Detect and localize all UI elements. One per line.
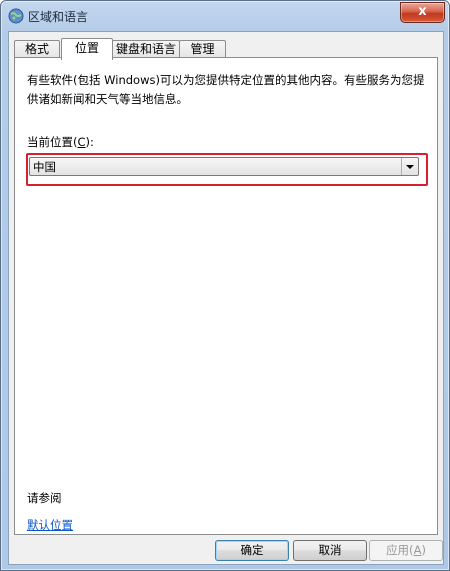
title-bar[interactable]: 区域和语言 x — [1, 1, 449, 31]
location-label-prefix: 当前位置( — [27, 135, 78, 149]
close-icon: x — [418, 4, 427, 19]
description-line-2: 供诸如新闻和天气等当地信息。 — [27, 92, 188, 106]
location-description: 有些软件(包括 Windows)可以为您提供特定位置的其他内容。有些服务为您提 … — [27, 71, 427, 109]
chevron-down-icon[interactable] — [401, 158, 418, 175]
apply-label-suffix: ) — [421, 543, 426, 557]
globe-icon — [8, 8, 24, 24]
cancel-button[interactable]: 取消 — [293, 540, 367, 561]
default-location-link[interactable]: 默认位置 — [27, 517, 73, 533]
tab-administrative-label: 管理 — [190, 42, 215, 56]
close-button[interactable]: x — [400, 2, 445, 23]
tab-administrative[interactable]: 管理 — [179, 40, 226, 58]
description-line-1: 有些软件(包括 Windows)可以为您提供特定位置的其他内容。有些服务为您提 — [27, 73, 425, 87]
tab-keyboard-language[interactable]: 键盘和语言 — [112, 40, 180, 58]
window-title: 区域和语言 — [28, 10, 89, 24]
dialog-client-area: 格式 位置 键盘和语言 管理 有些软件(包括 Windows)可以为您提供特定位… — [8, 31, 444, 565]
ok-label: 确定 — [240, 543, 264, 557]
current-location-label: 当前位置(C): — [27, 134, 94, 150]
location-label-accesskey: C — [77, 135, 86, 149]
tab-format[interactable]: 格式 — [14, 40, 60, 58]
location-label-suffix: ): — [85, 135, 94, 149]
tab-location-label: 位置 — [74, 41, 99, 55]
location-selected-value: 中国 — [33, 160, 56, 174]
apply-label-prefix: 应用( — [386, 543, 414, 557]
ok-button[interactable]: 确定 — [215, 540, 289, 561]
tab-location[interactable]: 位置 — [61, 38, 113, 60]
tab-format-label: 格式 — [24, 42, 49, 56]
location-tab-panel: 有些软件(包括 Windows)可以为您提供特定位置的其他内容。有些服务为您提 … — [14, 57, 438, 535]
cancel-label: 取消 — [318, 543, 342, 557]
current-location-dropdown[interactable]: 中国 — [29, 157, 419, 176]
see-also-label: 请参阅 — [27, 491, 62, 505]
tab-keyboard-language-label: 键盘和语言 — [115, 42, 176, 56]
apply-button[interactable]: 应用(A) — [369, 540, 443, 561]
region-language-window: 区域和语言 x 格式 位置 键盘和语言 管理 有些软件(包括 Windows)可… — [0, 0, 450, 571]
